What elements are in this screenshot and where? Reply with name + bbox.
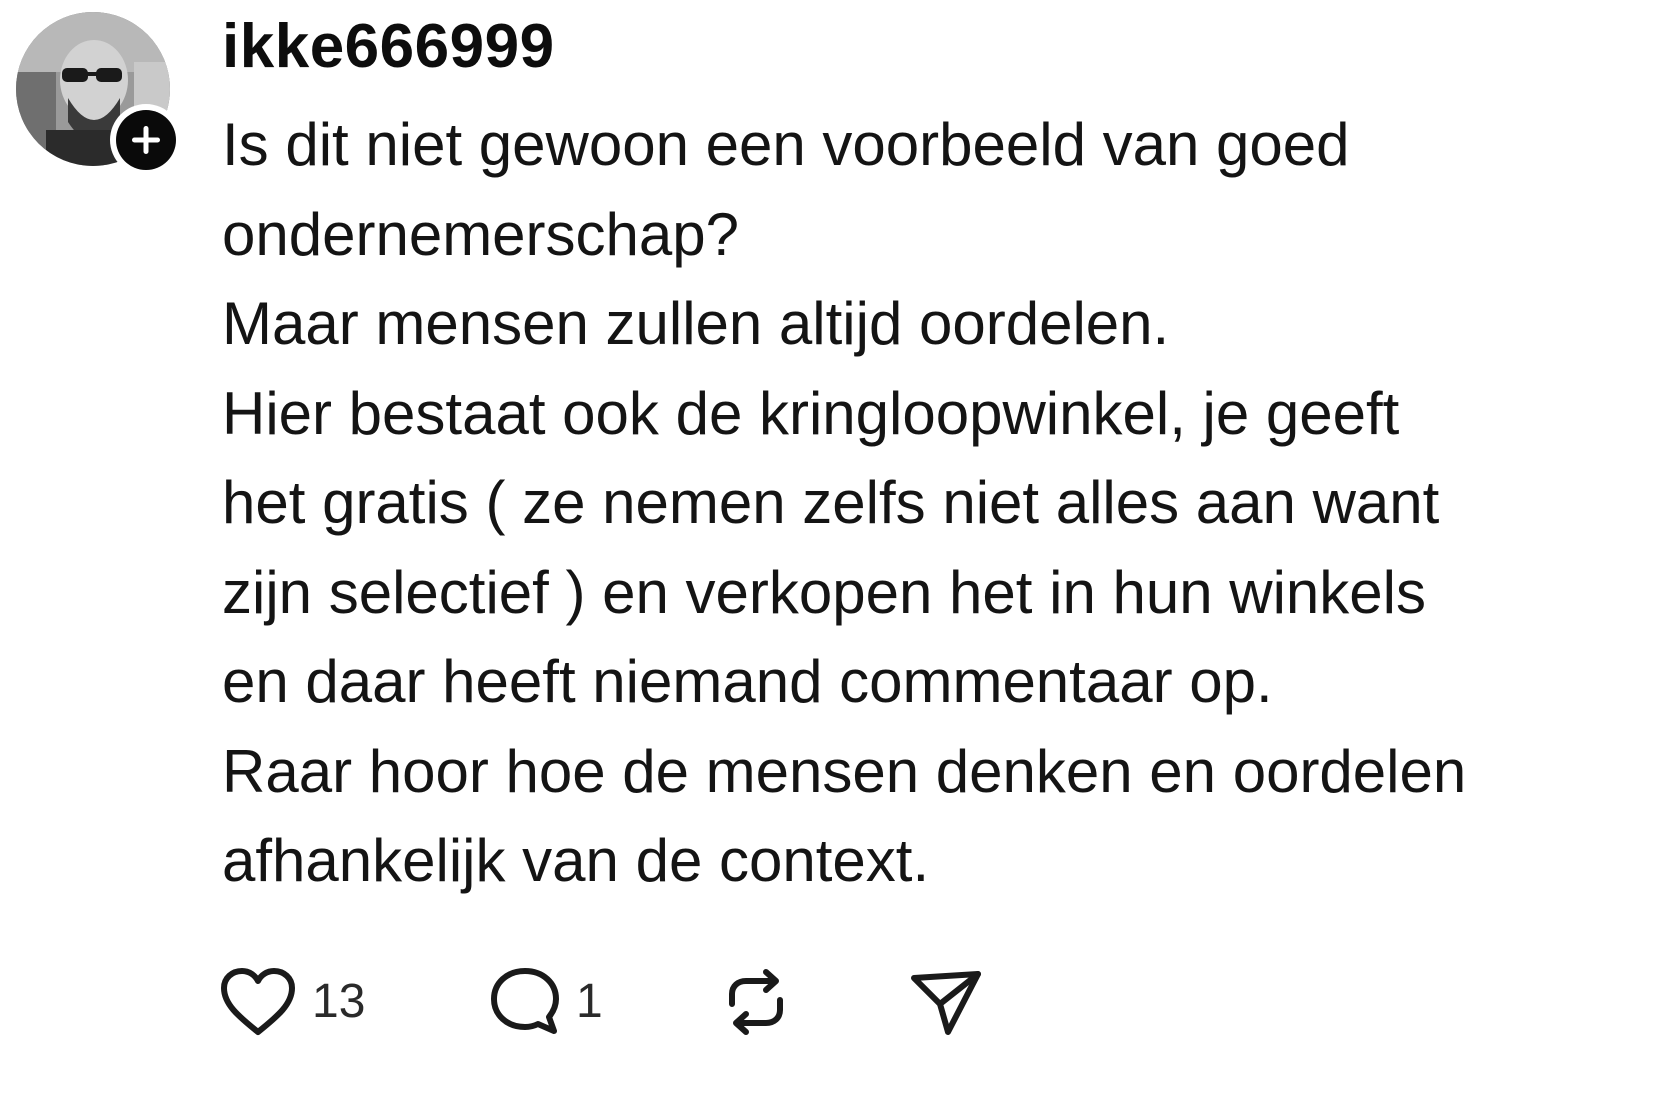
like-count: 13 (312, 975, 366, 1028)
repost-icon (729, 969, 783, 1035)
share-button[interactable] (908, 962, 984, 1042)
comment-bubble-icon (491, 968, 559, 1034)
post-text-line: Maar mensen zullen altijd oordelen. (222, 290, 1170, 357)
post-text-line: het gratis ( ze nemen zelfs niet alles a… (222, 469, 1440, 536)
username[interactable]: ikke666999 (222, 10, 555, 84)
post-text-line: zijn selectief ) en verkopen het in hun … (222, 558, 1426, 626)
post-text: Is dit niet gewoon een voorbeeld van goe… (222, 100, 1642, 906)
follow-button[interactable] (110, 104, 182, 176)
post-text-line: afhankelijk van de context. (222, 827, 930, 894)
like-button[interactable]: 13 (218, 962, 365, 1042)
post-text-line: Hier bestaat ook de kringloopwinkel, je … (222, 379, 1400, 447)
post-text-line: Raar hoor hoe de mensen denken en oordel… (222, 737, 1467, 805)
post-text-line: Is dit niet gewoon een voorbeeld van goe… (222, 111, 1350, 178)
repost-button[interactable] (718, 962, 794, 1042)
comment-count: 1 (576, 975, 603, 1028)
comment-button[interactable]: 1 (488, 962, 603, 1042)
post-text-line: ondernemerschap? (222, 200, 740, 268)
action-bar: 13 1 (218, 962, 1218, 1042)
send-icon (911, 971, 981, 1035)
plus-icon (116, 110, 176, 170)
heart-icon (221, 968, 295, 1035)
avatar-container[interactable] (16, 12, 182, 176)
post-text-line: en daar heeft niemand commentaar op. (222, 648, 1273, 715)
post: ikke666999 Is dit niet gewoon een voorbe… (0, 0, 1654, 1106)
